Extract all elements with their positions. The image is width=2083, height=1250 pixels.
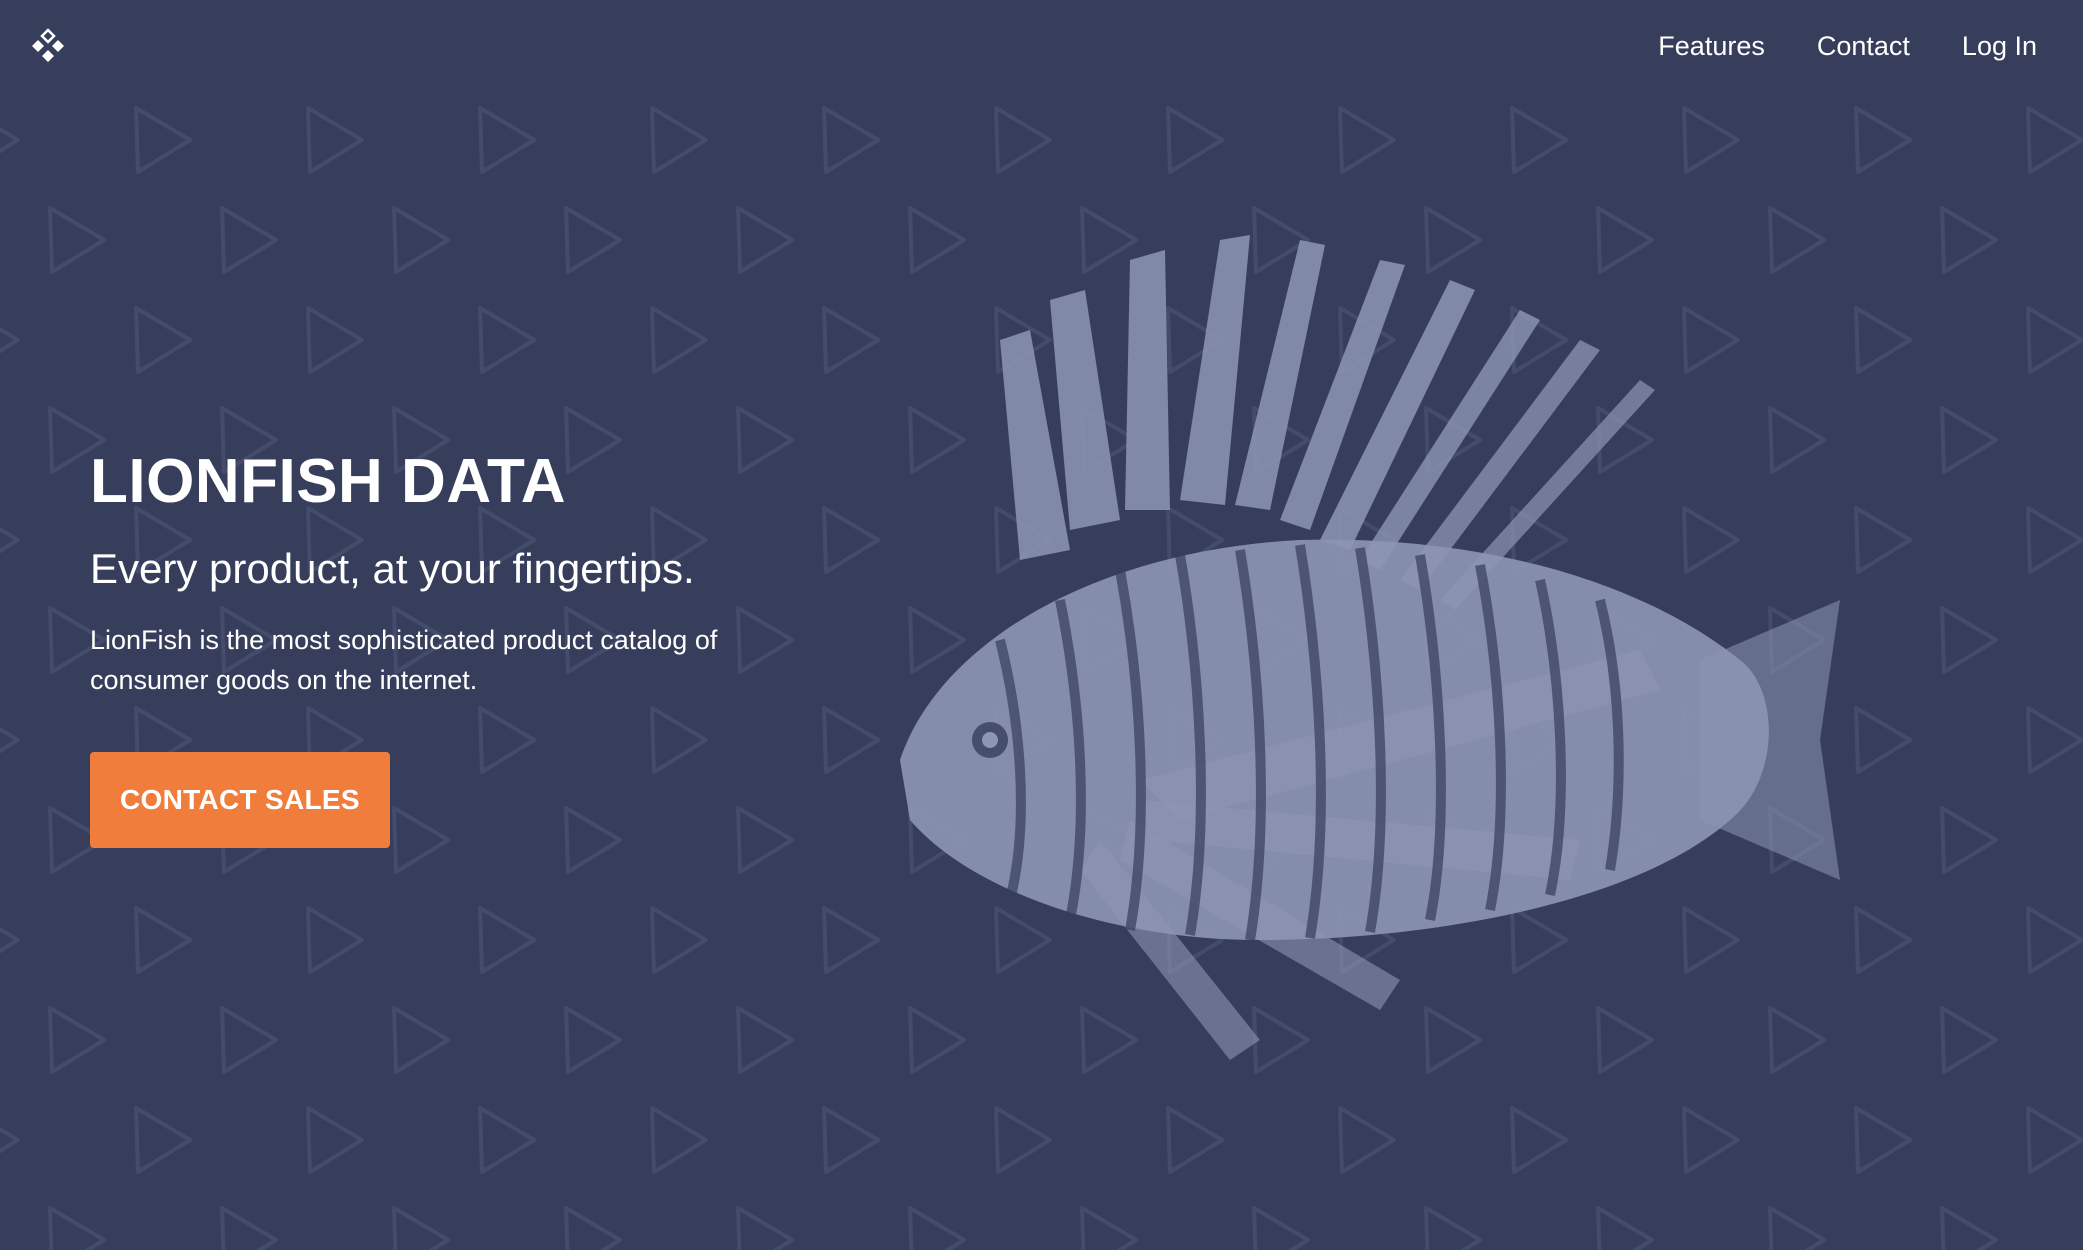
nav-features-link[interactable]: Features bbox=[1658, 26, 1765, 66]
hero-title: LIONFISH DATA bbox=[90, 447, 567, 516]
hero-subtitle: Every product, at your fingertips. bbox=[90, 545, 695, 592]
nav-login-link[interactable]: Log In bbox=[1962, 26, 2037, 66]
contact-sales-button[interactable]: CONTACT SALES bbox=[90, 752, 390, 848]
landing-page: Features Contact Log In LIONFISH DATA Ev… bbox=[0, 0, 2083, 1250]
nav-contact-link[interactable]: Contact bbox=[1817, 26, 1910, 66]
diamond-cluster-logo-icon[interactable] bbox=[24, 26, 72, 74]
hero-description: LionFish is the most sophisticated produ… bbox=[90, 625, 718, 695]
lionfish-illustration bbox=[900, 235, 1840, 1060]
top-nav: Features Contact Log In bbox=[1658, 26, 2037, 66]
hero-section: LIONFISH DATA Every product, at your fin… bbox=[90, 442, 810, 848]
